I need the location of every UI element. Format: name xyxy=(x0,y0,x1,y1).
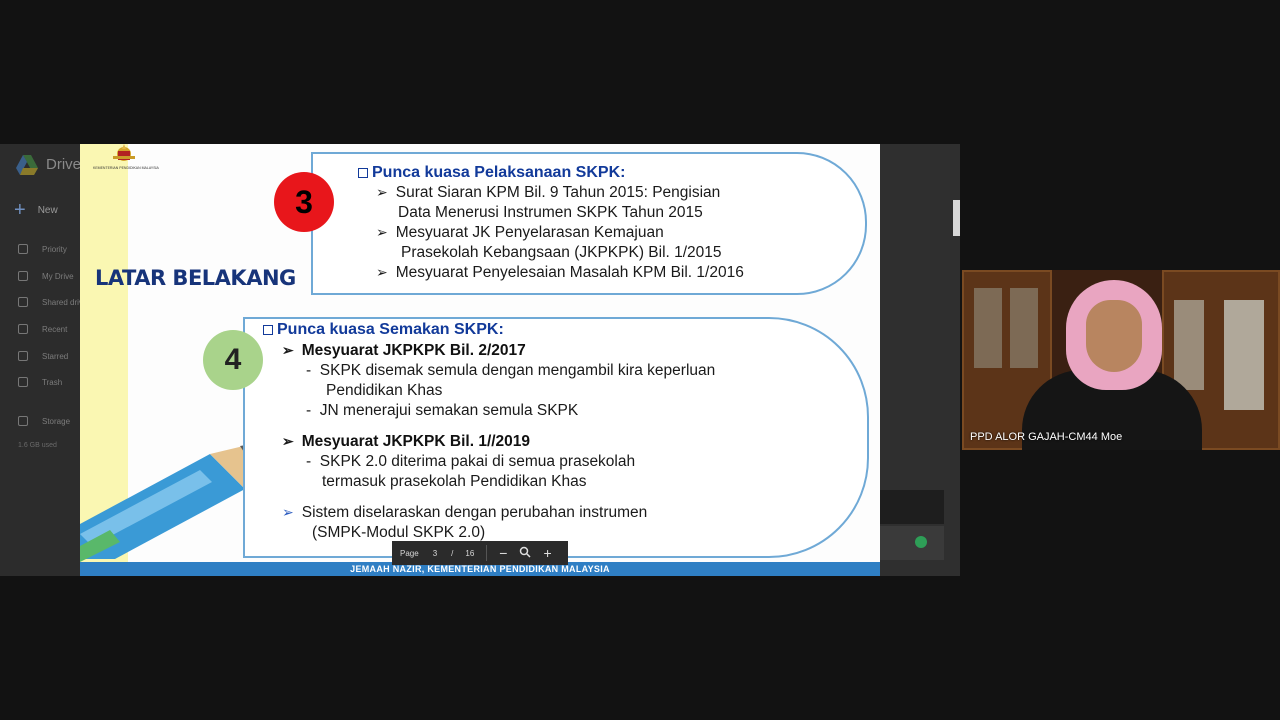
sidebar-item-label: Trash xyxy=(42,377,63,387)
new-button[interactable]: + New xyxy=(14,200,58,220)
slide-side-title: LATAR BELAKANG xyxy=(95,266,296,290)
participant-video-tile[interactable] xyxy=(962,270,1280,450)
sidebar-item-label: My Drive xyxy=(42,271,74,281)
checkbox-bullet-icon xyxy=(358,168,368,178)
section-4-heading: Punca kuasa Semakan SKPK: xyxy=(263,321,504,339)
arrow-bullet-icon: ➢ xyxy=(282,433,294,449)
meeting-2019-point: - SKPK 2.0 diterima pakai di semua prase… xyxy=(306,453,636,470)
section-3-item: ➢ Mesyuarat Penyelesaian Masalah KPM Bil.… xyxy=(376,264,744,281)
meeting-2017: ➢ Mesyuarat JKPKPK Bil. 2/2017 xyxy=(282,342,526,359)
meeting-2019: ➢ Mesyuarat JKPKPK Bil. 1//2019 xyxy=(282,433,531,450)
presentation-slide: KEMENTERIAN PENDIDIKAN MALAYSIA LATAR BE… xyxy=(80,144,880,576)
system-line: ➢ Sistem diselaraskan dengan perubahan in… xyxy=(282,504,648,521)
checkbox-bullet-icon xyxy=(263,325,273,335)
meeting-2019-point-cont: termasuk prasekolah Pendidikan Khas xyxy=(322,473,587,490)
page-navigation-toolbar: Page 3 / 16 − + xyxy=(392,541,568,565)
cloud-icon xyxy=(18,416,28,426)
sidebar-item-my-drive[interactable]: My Drive xyxy=(18,271,74,281)
meeting-2017-point: - JN menerajui semakan semula SKPK xyxy=(306,402,579,419)
section-3-number-badge: 3 xyxy=(274,172,334,232)
section-4-number-badge: 4 xyxy=(203,330,263,390)
trash-icon xyxy=(18,377,28,387)
clock-icon xyxy=(18,324,28,334)
sidebar-item-label: Starred xyxy=(42,351,69,361)
zoom-in-button[interactable]: + xyxy=(543,546,551,560)
plus-icon: + xyxy=(14,199,26,221)
toolbar-divider xyxy=(486,545,488,561)
upload-toast-body xyxy=(880,526,944,560)
participant-name-label: PPD ALOR GAJAH-CM44 Moe xyxy=(970,431,1123,443)
arrow-bullet-icon: ➢ xyxy=(282,342,294,358)
meeting-2017-point-cont: Pendidikan Khas xyxy=(326,382,443,399)
sidebar-item-label: Recent xyxy=(42,324,68,334)
sidebar-item-priority[interactable]: Priority xyxy=(18,244,67,254)
check-circle-icon xyxy=(18,244,28,254)
upload-complete-icon xyxy=(915,536,927,548)
storage-used: 1.6 GB used xyxy=(18,442,57,449)
sidebar-item-recent[interactable]: Recent xyxy=(18,324,67,334)
section-3-item: ➢ Surat Siaran KPM Bil. 9 Tahun 2015: Pen… xyxy=(376,184,721,201)
zoom-out-button[interactable]: − xyxy=(499,546,507,560)
system-line-cont: (SMPK-Modul SKPK 2.0) xyxy=(312,524,486,541)
section-3-item-cont: Data Menerusi Instrumen SKPK Tahun 2015 xyxy=(398,204,703,221)
page-label: Page xyxy=(400,548,419,558)
sidebar-item-starred[interactable]: Starred xyxy=(18,351,68,361)
arrow-bullet-icon: ➢ xyxy=(282,504,294,520)
arrow-bullet-icon: ➢ xyxy=(376,184,388,200)
section-3-item: ➢ Mesyuarat JK Penyelarasan Kemajuan xyxy=(376,224,664,241)
drive-title: Drive xyxy=(46,156,82,173)
new-button-label: New xyxy=(37,204,58,216)
sidebar-item-label: Storage xyxy=(42,416,71,426)
slide-footer-text: JEMAAH NAZIR, KEMENTERIAN PENDIDIKAN MAL… xyxy=(350,564,610,574)
google-drive-icon xyxy=(16,155,38,175)
arrow-bullet-icon: ➢ xyxy=(376,224,388,240)
current-page-input[interactable]: 3 xyxy=(433,549,437,558)
section-3-heading: Punca kuasa Pelaksanaan SKPK: xyxy=(358,164,625,182)
upload-toast-header xyxy=(880,490,944,524)
people-icon xyxy=(18,297,28,307)
government-crest-logo xyxy=(113,144,135,161)
sidebar-item-storage[interactable]: Storage xyxy=(18,416,70,426)
sidebar-item-label: Priority xyxy=(42,244,67,254)
zoom-icon[interactable] xyxy=(519,546,531,560)
star-icon xyxy=(18,351,28,361)
total-pages: 16 xyxy=(465,548,475,558)
meeting-2017-point: - SKPK disemak semula dengan mengambil k… xyxy=(306,362,716,379)
page-separator: / xyxy=(451,548,454,558)
arrow-bullet-icon: ➢ xyxy=(376,264,388,280)
scrollbar-thumb[interactable] xyxy=(953,200,960,236)
sidebar-item-trash[interactable]: Trash xyxy=(18,377,62,387)
drive-icon xyxy=(18,271,28,281)
section-3-item-cont: Prasekolah Kebangsaan (JKPKPK) Bil. 1/20… xyxy=(401,244,722,261)
ministry-logo-text: KEMENTERIAN PENDIDIKAN MALAYSIA xyxy=(93,166,159,170)
